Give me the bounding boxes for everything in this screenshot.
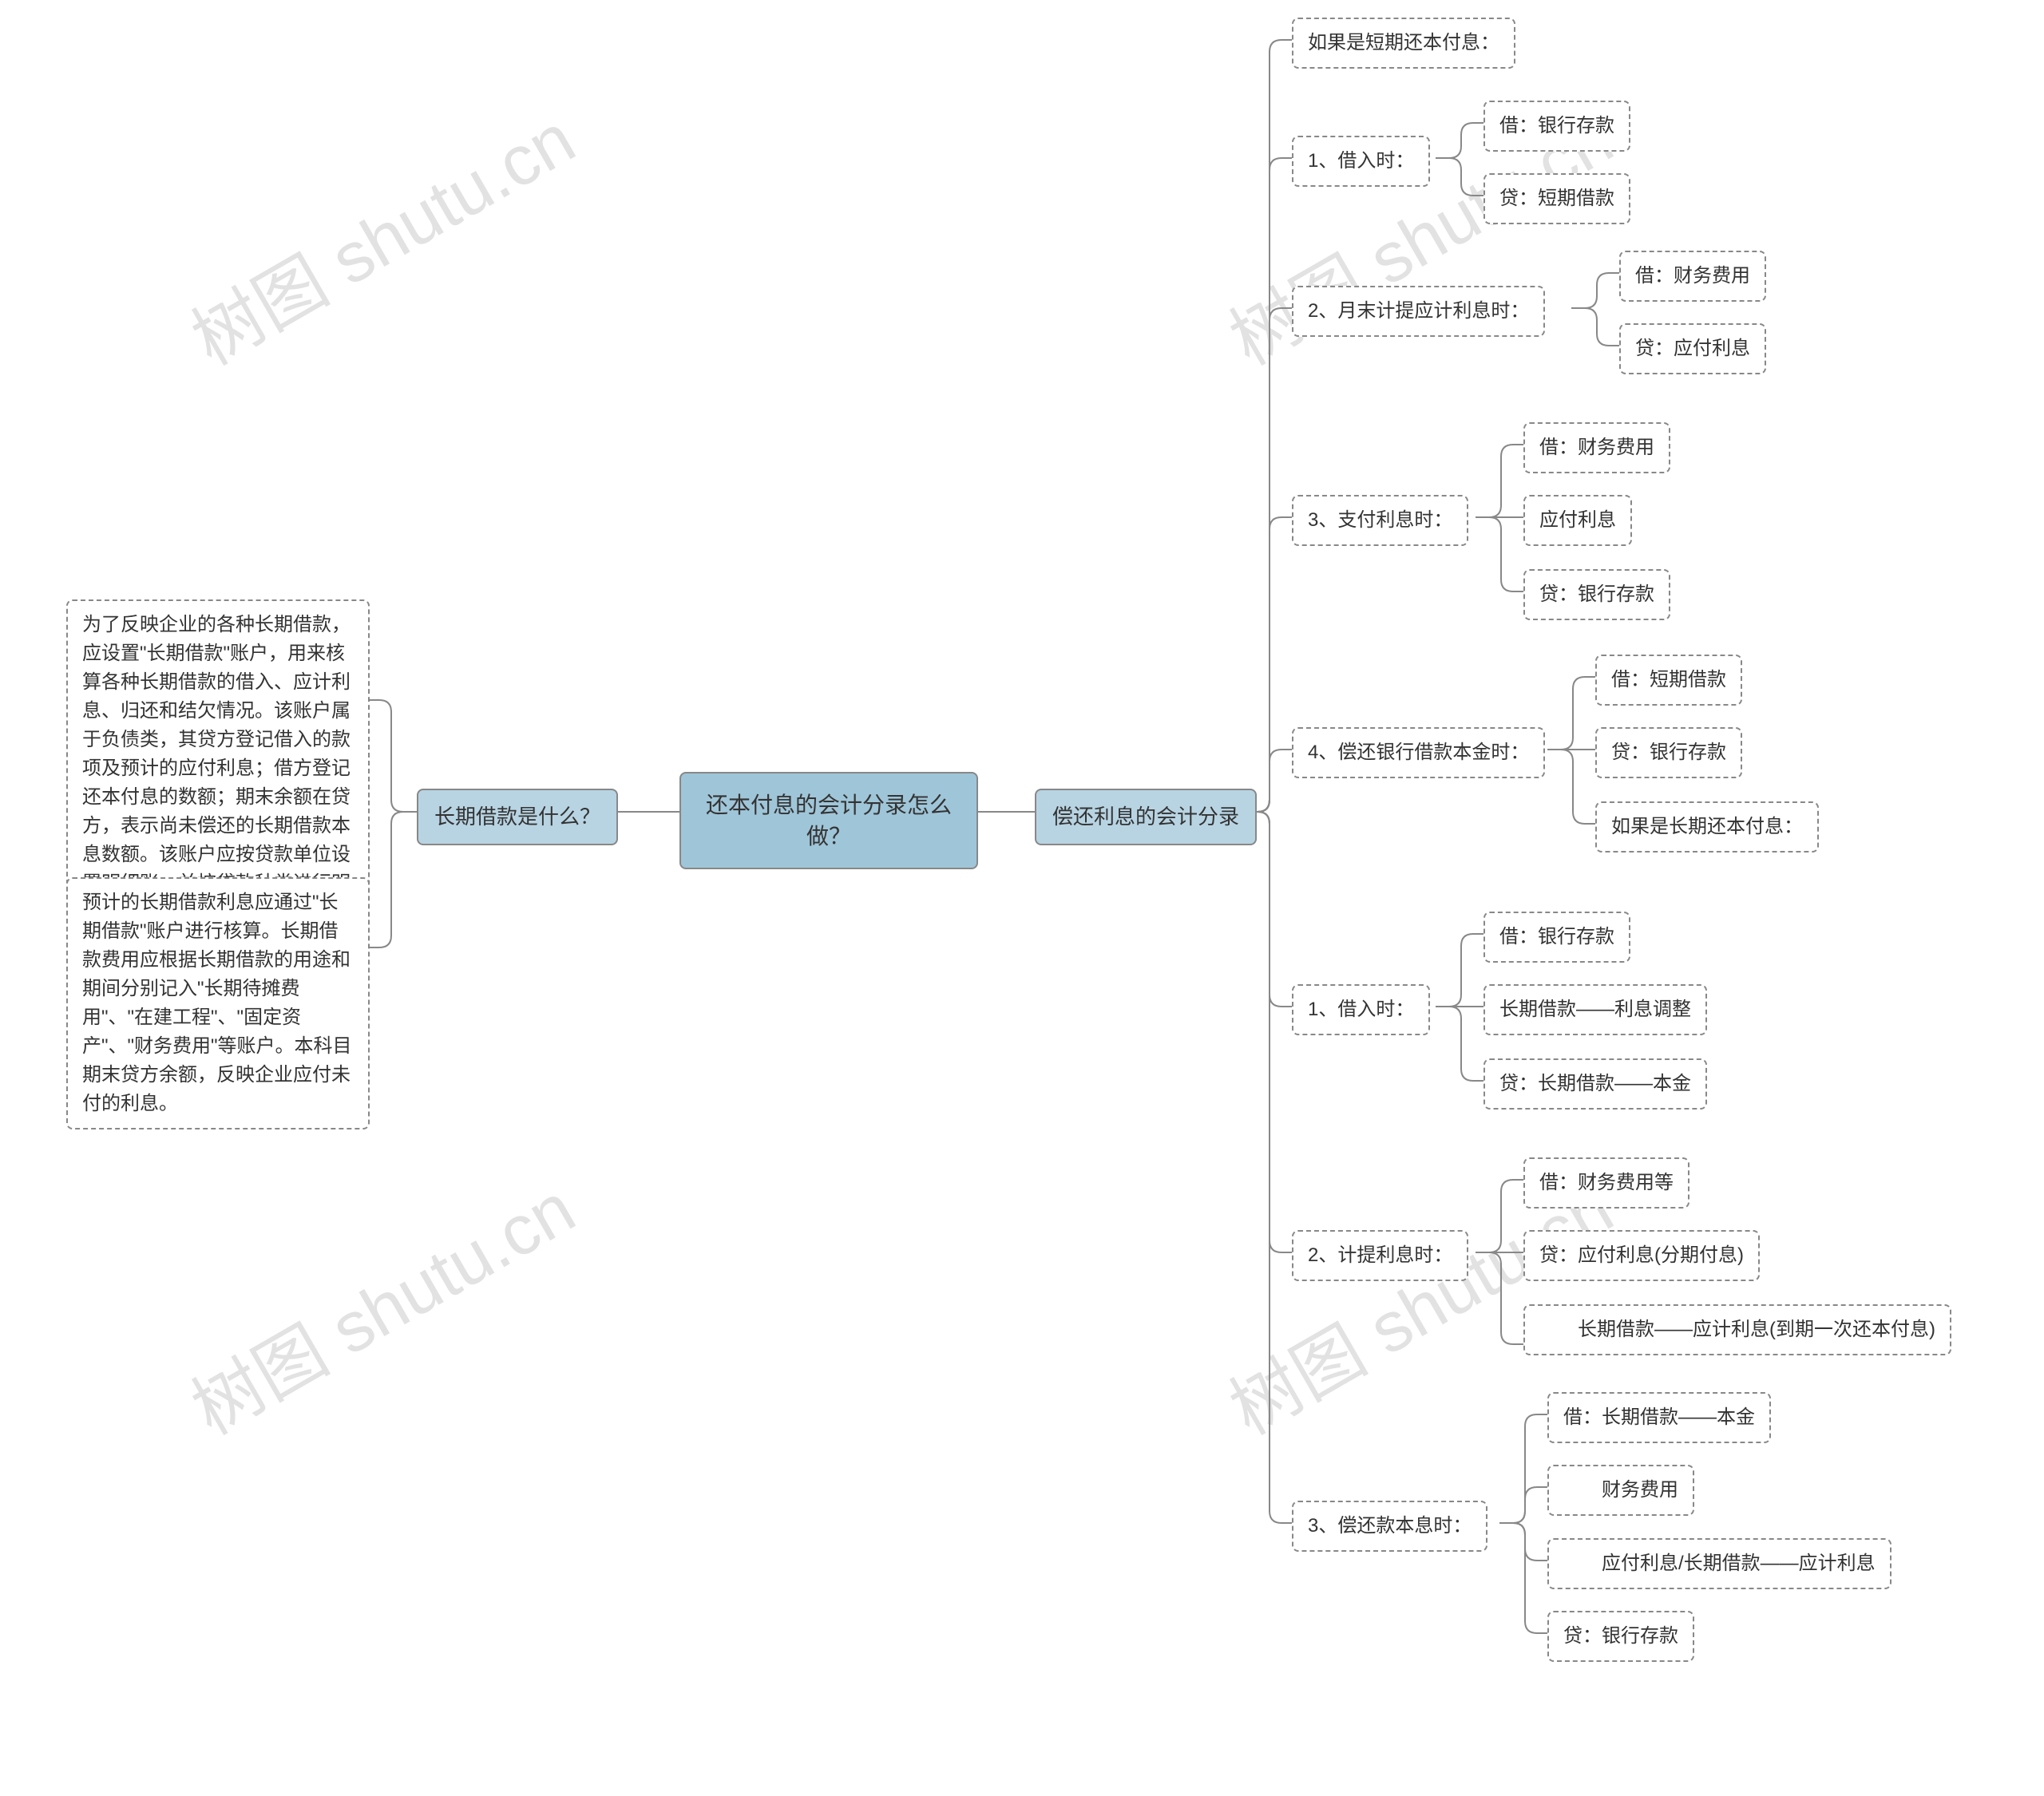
long-step-2-item-2: 长期借款——应计利息(到期一次还本付息) xyxy=(1523,1304,1951,1355)
short-step-2-item-1: 贷：应付利息 xyxy=(1619,323,1766,374)
long-step-1: 1、借入时： xyxy=(1292,984,1430,1035)
right-branch[interactable]: 偿还利息的会计分录 xyxy=(1035,789,1257,845)
short-step-3-item-1: 应付利息 xyxy=(1523,495,1632,546)
long-step-3: 3、偿还款本息时： xyxy=(1292,1501,1487,1552)
long-step-1-item-0: 借：银行存款 xyxy=(1483,912,1630,963)
short-term-title: 如果是短期还本付息： xyxy=(1292,18,1515,69)
short-step-2-item-0: 借：财务费用 xyxy=(1619,251,1766,302)
short-step-1: 1、借入时： xyxy=(1292,136,1430,187)
short-step-2: 2、月末计提应计利息时： xyxy=(1292,286,1545,337)
short-step-4: 4、偿还银行借款本金时： xyxy=(1292,727,1545,778)
long-step-3-item-2: 应付利息/长期借款——应计利息 xyxy=(1547,1538,1891,1589)
root-node[interactable]: 还本付息的会计分录怎么做？ xyxy=(679,772,978,869)
short-step-3-item-2: 贷：银行存款 xyxy=(1523,569,1670,620)
long-step-3-item-0: 借：长期借款——本金 xyxy=(1547,1392,1771,1443)
long-step-3-item-3: 贷：银行存款 xyxy=(1547,1611,1694,1662)
short-step-1-item-0: 借：银行存款 xyxy=(1483,101,1630,152)
short-step-3-item-0: 借：财务费用 xyxy=(1523,422,1670,473)
long-step-1-item-1: 长期借款——利息调整 xyxy=(1483,984,1707,1035)
short-step-4-item-2: 如果是长期还本付息： xyxy=(1595,801,1819,853)
short-step-3: 3、支付利息时： xyxy=(1292,495,1468,546)
left-para-1: 预计的长期借款利息应通过"长期借款"账户进行核算。长期借款费用应根据长期借款的用… xyxy=(66,877,370,1129)
left-branch[interactable]: 长期借款是什么？ xyxy=(417,789,618,845)
watermark: 树图 shutu.cn xyxy=(171,84,590,385)
long-step-2-item-1: 贷：应付利息(分期付息) xyxy=(1523,1230,1760,1281)
short-step-4-item-0: 借：短期借款 xyxy=(1595,655,1742,706)
short-step-1-item-1: 贷：短期借款 xyxy=(1483,173,1630,224)
long-step-3-item-1: 财务费用 xyxy=(1547,1465,1694,1516)
short-step-4-item-1: 贷：银行存款 xyxy=(1595,727,1742,778)
watermark: 树图 shutu.cn xyxy=(171,1153,590,1454)
long-step-2-item-0: 借：财务费用等 xyxy=(1523,1157,1689,1209)
long-step-2: 2、计提利息时： xyxy=(1292,1230,1468,1281)
long-step-1-item-2: 贷：长期借款——本金 xyxy=(1483,1058,1707,1110)
